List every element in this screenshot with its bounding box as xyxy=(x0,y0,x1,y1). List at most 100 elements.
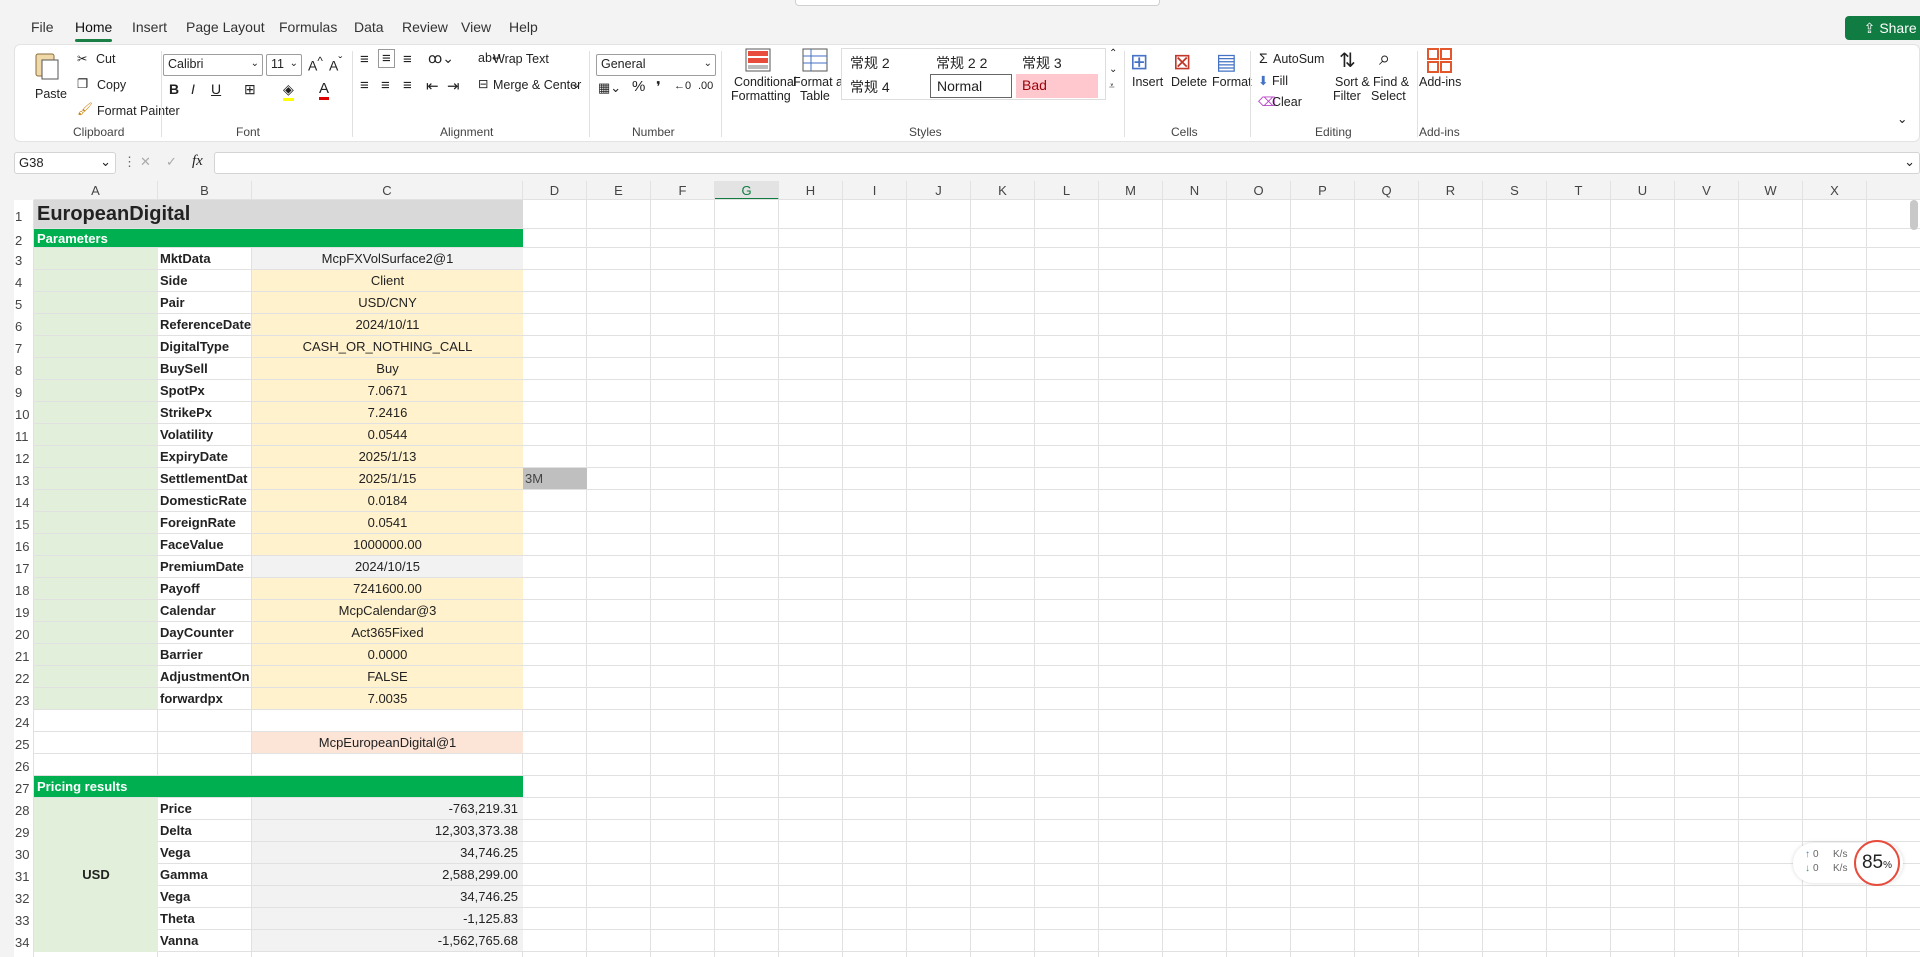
format-as-table-icon[interactable] xyxy=(802,48,828,75)
font-color-icon[interactable]: A xyxy=(319,80,330,100)
column-header[interactable]: S xyxy=(1483,181,1547,200)
label-fill[interactable] xyxy=(34,578,158,599)
merge-center-button[interactable]: Merge & Center xyxy=(493,78,581,92)
label-fill[interactable] xyxy=(34,446,158,467)
search-box[interactable] xyxy=(795,0,1160,6)
bold-icon[interactable]: B xyxy=(169,81,179,97)
label-fill[interactable] xyxy=(34,490,158,511)
result-name[interactable]: Vega xyxy=(158,886,252,907)
clear-button[interactable]: Clear xyxy=(1272,95,1302,109)
column-header[interactable]: F xyxy=(651,181,715,200)
param-name[interactable]: FaceValue xyxy=(158,534,252,555)
param-value[interactable]: 0.0000 xyxy=(252,644,523,665)
results-header[interactable]: Pricing results xyxy=(34,776,158,797)
label-fill[interactable] xyxy=(34,534,158,555)
more-icon[interactable]: ⋮ xyxy=(123,154,136,170)
formatting-label[interactable]: Formatting xyxy=(731,89,791,103)
column-header[interactable]: K xyxy=(971,181,1035,200)
header-fill[interactable] xyxy=(158,229,252,247)
orientation-icon[interactable]: ꝏ⌄ xyxy=(428,50,454,67)
sheet-title[interactable]: EuropeanDigital xyxy=(34,200,523,228)
row-header[interactable]: 14 xyxy=(14,490,34,512)
result-value[interactable]: 34,746.25 xyxy=(252,842,523,863)
param-value[interactable]: 7.0671 xyxy=(252,380,523,401)
row-header[interactable]: 18 xyxy=(14,578,34,600)
param-value[interactable]: 0.0541 xyxy=(252,512,523,533)
tab-insert[interactable]: Insert xyxy=(132,19,167,35)
param-name[interactable]: forwardpx xyxy=(158,688,252,709)
row-header[interactable]: 32 xyxy=(14,886,34,908)
formula-input[interactable]: ⌄ xyxy=(214,152,1920,174)
param-value[interactable]: 0.0544 xyxy=(252,424,523,445)
param-value[interactable]: 7.0035 xyxy=(252,688,523,709)
tab-data[interactable]: Data xyxy=(354,19,384,35)
align-center-icon[interactable]: ≡ xyxy=(381,77,390,94)
label-fill[interactable] xyxy=(34,556,158,577)
font-name-select[interactable]: Calibri ⌄ xyxy=(163,54,263,76)
result-value[interactable]: 2,588,299.00 xyxy=(252,864,523,885)
result-value[interactable]: 34,746.25 xyxy=(252,886,523,907)
params-header[interactable]: Parameters xyxy=(34,229,158,247)
vertical-scrollbar[interactable] xyxy=(1910,200,1918,230)
result-value[interactable]: -1,125.83 xyxy=(252,908,523,929)
conditional-formatting-icon[interactable] xyxy=(745,48,771,75)
result-name[interactable]: Gamma xyxy=(158,864,252,885)
row-header[interactable]: 34 xyxy=(14,930,34,952)
row-header[interactable]: 13 xyxy=(14,468,34,490)
row-header[interactable]: 3 xyxy=(14,248,34,270)
increase-indent-icon[interactable]: ⇥ xyxy=(447,77,460,95)
align-right-icon[interactable]: ≡ xyxy=(403,77,412,94)
label-fill[interactable] xyxy=(34,292,158,313)
param-value[interactable]: 2024/10/15 xyxy=(252,556,523,577)
row-header[interactable]: 9 xyxy=(14,380,34,402)
param-value[interactable]: 2025/1/13 xyxy=(252,446,523,467)
increase-decimal-icon[interactable]: ←0 xyxy=(674,80,691,92)
result-name[interactable]: Delta xyxy=(158,820,252,841)
header-fill[interactable] xyxy=(158,776,252,797)
label-fill[interactable] xyxy=(34,358,158,379)
enter-icon[interactable]: ✓ xyxy=(166,154,177,170)
font-size-select[interactable]: 11 ⌄ xyxy=(266,54,302,76)
fill-button[interactable]: Fill xyxy=(1272,74,1288,88)
param-name[interactable]: StrikePx xyxy=(158,402,252,423)
row-header[interactable]: 21 xyxy=(14,644,34,666)
increase-font-icon[interactable]: A^ xyxy=(308,55,323,74)
param-value[interactable]: 2025/1/15 xyxy=(252,468,523,489)
label-fill[interactable] xyxy=(34,336,158,357)
column-header[interactable]: W xyxy=(1739,181,1803,200)
param-name[interactable]: ExpiryDate xyxy=(158,446,252,467)
row-header[interactable]: 17 xyxy=(14,556,34,578)
column-header[interactable]: G xyxy=(715,181,779,200)
param-name[interactable]: SettlementDat xyxy=(158,468,252,489)
column-header[interactable]: H xyxy=(779,181,843,200)
wrap-text-button[interactable]: Wrap Text xyxy=(493,52,549,66)
column-header[interactable]: I xyxy=(843,181,907,200)
format-cells-icon[interactable]: ▤ xyxy=(1216,49,1237,75)
param-name[interactable]: Pair xyxy=(158,292,252,313)
param-name[interactable]: MktData xyxy=(158,248,252,269)
header-fill[interactable] xyxy=(252,229,523,247)
filter-label[interactable]: Filter xyxy=(1333,89,1361,103)
param-value[interactable]: 1000000.00 xyxy=(252,534,523,555)
param-value[interactable]: FALSE xyxy=(252,666,523,687)
select-label[interactable]: Select xyxy=(1371,89,1406,103)
table-label[interactable]: Table xyxy=(800,89,830,103)
worksheet-grid[interactable]: A B C D E F G H I J K L M N O P Q R S T U V W X 1 2 3 4 5 6 7 8 9 10 11 12 1… xyxy=(14,181,1920,957)
row-header[interactable]: 16 xyxy=(14,534,34,556)
param-name[interactable]: Payoff xyxy=(158,578,252,599)
result-value[interactable]: -1,562,765.68 xyxy=(252,930,523,951)
param-name[interactable]: SpotPx xyxy=(158,380,252,401)
param-value[interactable]: Client xyxy=(252,270,523,291)
param-name[interactable]: ForeignRate xyxy=(158,512,252,533)
decrease-indent-icon[interactable]: ⇤ xyxy=(426,77,439,95)
find-label[interactable]: Find & xyxy=(1373,75,1409,89)
param-value[interactable]: Buy xyxy=(252,358,523,379)
param-value[interactable]: Act365Fixed xyxy=(252,622,523,643)
column-header[interactable]: A xyxy=(34,181,158,200)
currency-label[interactable]: USD xyxy=(34,798,158,952)
column-header[interactable]: T xyxy=(1547,181,1611,200)
column-header[interactable]: D xyxy=(523,181,587,200)
label-fill[interactable] xyxy=(34,424,158,445)
row-header[interactable]: 30 xyxy=(14,842,34,864)
row-header[interactable]: 8 xyxy=(14,358,34,380)
